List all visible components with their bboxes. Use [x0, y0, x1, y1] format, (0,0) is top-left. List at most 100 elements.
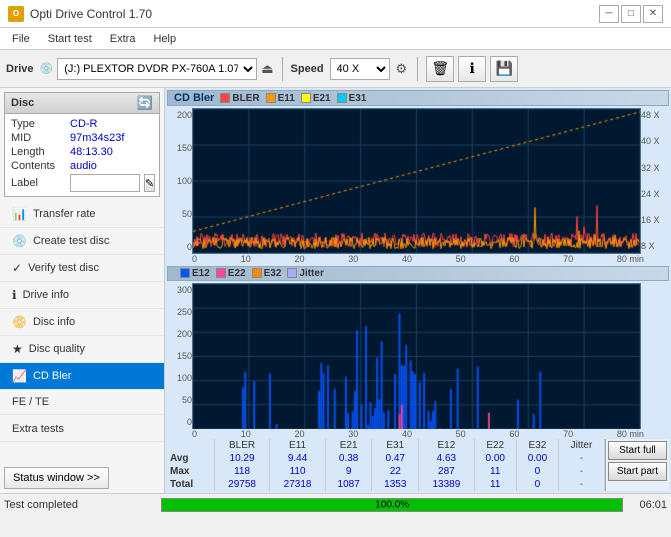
avg-e11: 9.44	[270, 452, 326, 465]
nav-fe-te[interactable]: FE / TE	[0, 390, 164, 415]
legend-bler-label: BLER	[232, 93, 259, 104]
avg-e12: 4.63	[419, 452, 475, 465]
disc-length-key: Length	[11, 146, 66, 158]
max-e32: 0	[516, 465, 558, 478]
chart2-container: E12 E22 E32 Jitter 300 250	[167, 266, 669, 440]
title-bar: O Opti Drive Control 1.70 ─ □ ✕	[0, 0, 671, 28]
legend-e11-label: E11	[278, 93, 295, 104]
nav-fe-te-label: FE / TE	[12, 396, 49, 408]
time-text: 06:01	[627, 499, 667, 511]
settings-icon[interactable]: ⚙	[394, 59, 410, 79]
disc-refresh-icon[interactable]: 🔄	[137, 95, 153, 111]
disc-panel-header: Disc 🔄	[5, 93, 159, 114]
col-e22-header: E22	[474, 439, 516, 452]
max-e22: 11	[474, 465, 516, 478]
max-e12: 287	[419, 465, 475, 478]
info-button[interactable]: ℹ	[458, 56, 486, 82]
speed-select[interactable]: 40 X	[330, 58, 390, 80]
avg-e31: 0.47	[372, 452, 419, 465]
legend2-jitter-label: Jitter	[299, 268, 323, 279]
disc-mid-row: MID 97m34s23f	[11, 132, 153, 144]
nav-verify-test-disc[interactable]: ✓ Verify test disc	[0, 255, 164, 282]
legend2-e32-label: E32	[264, 268, 282, 279]
maximize-button[interactable]: □	[621, 5, 641, 23]
drive-icon: 💿	[40, 62, 54, 75]
nav-create-test-disc[interactable]: 💿 Create test disc	[0, 228, 164, 255]
menu-bar: File Start test Extra Help	[0, 28, 671, 50]
col-e21-header: E21	[325, 439, 372, 452]
legend2-e22-label: E22	[228, 268, 246, 279]
col-e12-header: E12	[419, 439, 475, 452]
status-text: Test completed	[4, 499, 157, 511]
disc-contents-row: Contents audio	[11, 160, 153, 172]
nav-verify-test-disc-label: Verify test disc	[28, 262, 99, 274]
stats-avg-row: Avg 10.29 9.44 0.38 0.47 4.63 0.00 0.00 …	[167, 452, 604, 465]
save-button[interactable]: 💾	[490, 56, 518, 82]
nav-cd-bler-label: CD Bler	[33, 370, 72, 382]
legend-e21-label: E21	[313, 93, 331, 104]
start-part-button[interactable]: Start part	[608, 462, 667, 481]
progress-text: 100.0%	[375, 499, 409, 510]
disc-mid-key: MID	[11, 132, 66, 144]
drive-select[interactable]: (J:) PLEXTOR DVDR PX-760A 1.07	[57, 58, 257, 80]
disc-label-edit-button[interactable]: ✎	[144, 174, 155, 192]
close-button[interactable]: ✕	[643, 5, 663, 23]
toolbar-separator-1	[282, 57, 283, 81]
nav-drive-info[interactable]: ℹ Drive info	[0, 282, 164, 309]
col-e31-header: E31	[372, 439, 419, 452]
total-e22: 11	[474, 478, 516, 491]
menu-start-test[interactable]: Start test	[40, 31, 100, 47]
disc-label-input[interactable]	[70, 174, 140, 192]
nav-cd-bler[interactable]: 📈 CD Bler	[0, 363, 164, 390]
minimize-button[interactable]: ─	[599, 5, 619, 23]
chart2-plot	[192, 283, 641, 430]
transfer-rate-icon: 📊	[12, 207, 27, 221]
legend-e11-dot	[266, 93, 276, 103]
avg-jitter: -	[559, 452, 605, 465]
drive-info-icon: ℹ	[12, 288, 17, 302]
menu-help[interactable]: Help	[145, 31, 184, 47]
chart1-body: 200 150 100 50 0 48 X 40 X 32 X 24 X 16 …	[167, 108, 669, 254]
legend-e31: E31	[337, 93, 367, 104]
chart1-title-bar: CD Bler BLER E11 E21 E31	[167, 90, 669, 106]
app-title: Opti Drive Control 1.70	[30, 7, 152, 21]
stats-table-container: BLER E11 E21 E31 E12 E22 E32 Jitter Avg	[167, 439, 605, 491]
avg-label: Avg	[167, 452, 214, 465]
chart-area: CD Bler BLER E11 E21 E31	[165, 88, 671, 493]
total-jitter: -	[559, 478, 605, 491]
erase-button[interactable]: 🗑	[426, 56, 454, 82]
nav-extra-tests[interactable]: Extra tests	[0, 417, 164, 442]
nav-extra-tests-label: Extra tests	[12, 423, 64, 435]
disc-panel-content: Type CD-R MID 97m34s23f Length 48:13.30 …	[5, 114, 159, 196]
start-full-button[interactable]: Start full	[608, 441, 667, 460]
legend2-e32-dot	[252, 268, 262, 278]
cd-bler-icon: 📈	[12, 369, 27, 383]
disc-length-value: 48:13.30	[70, 146, 113, 158]
legend2-e22-dot	[216, 268, 226, 278]
nav-transfer-rate[interactable]: 📊 Transfer rate	[0, 201, 164, 228]
total-e21: 1087	[325, 478, 372, 491]
start-buttons: Start full Start part	[605, 439, 669, 491]
legend2-jitter-dot	[287, 268, 297, 278]
legend2-e32: E32	[252, 268, 282, 279]
eject-icon[interactable]: ⏏	[261, 61, 273, 77]
drive-label: Drive	[6, 63, 34, 75]
legend-bler: BLER	[220, 93, 259, 104]
nav-disc-quality[interactable]: ★ Disc quality	[0, 336, 164, 363]
col-e11-header: E11	[270, 439, 326, 452]
app-icon: O	[8, 6, 24, 22]
status-window-area: Status window >>	[0, 463, 164, 493]
status-window-button[interactable]: Status window >>	[4, 467, 109, 489]
disc-type-value: CD-R	[70, 118, 98, 130]
max-jitter: -	[559, 465, 605, 478]
menu-extra[interactable]: Extra	[102, 31, 144, 47]
menu-file[interactable]: File	[4, 31, 38, 47]
disc-type-row: Type CD-R	[11, 118, 153, 130]
avg-e32: 0.00	[516, 452, 558, 465]
disc-type-key: Type	[11, 118, 66, 130]
nav-disc-info[interactable]: 📀 Disc info	[0, 309, 164, 336]
total-e32: 0	[516, 478, 558, 491]
progress-bar-container: 100.0%	[161, 498, 623, 512]
legend2-e12-dot	[180, 268, 190, 278]
nav-create-test-disc-label: Create test disc	[33, 235, 109, 247]
